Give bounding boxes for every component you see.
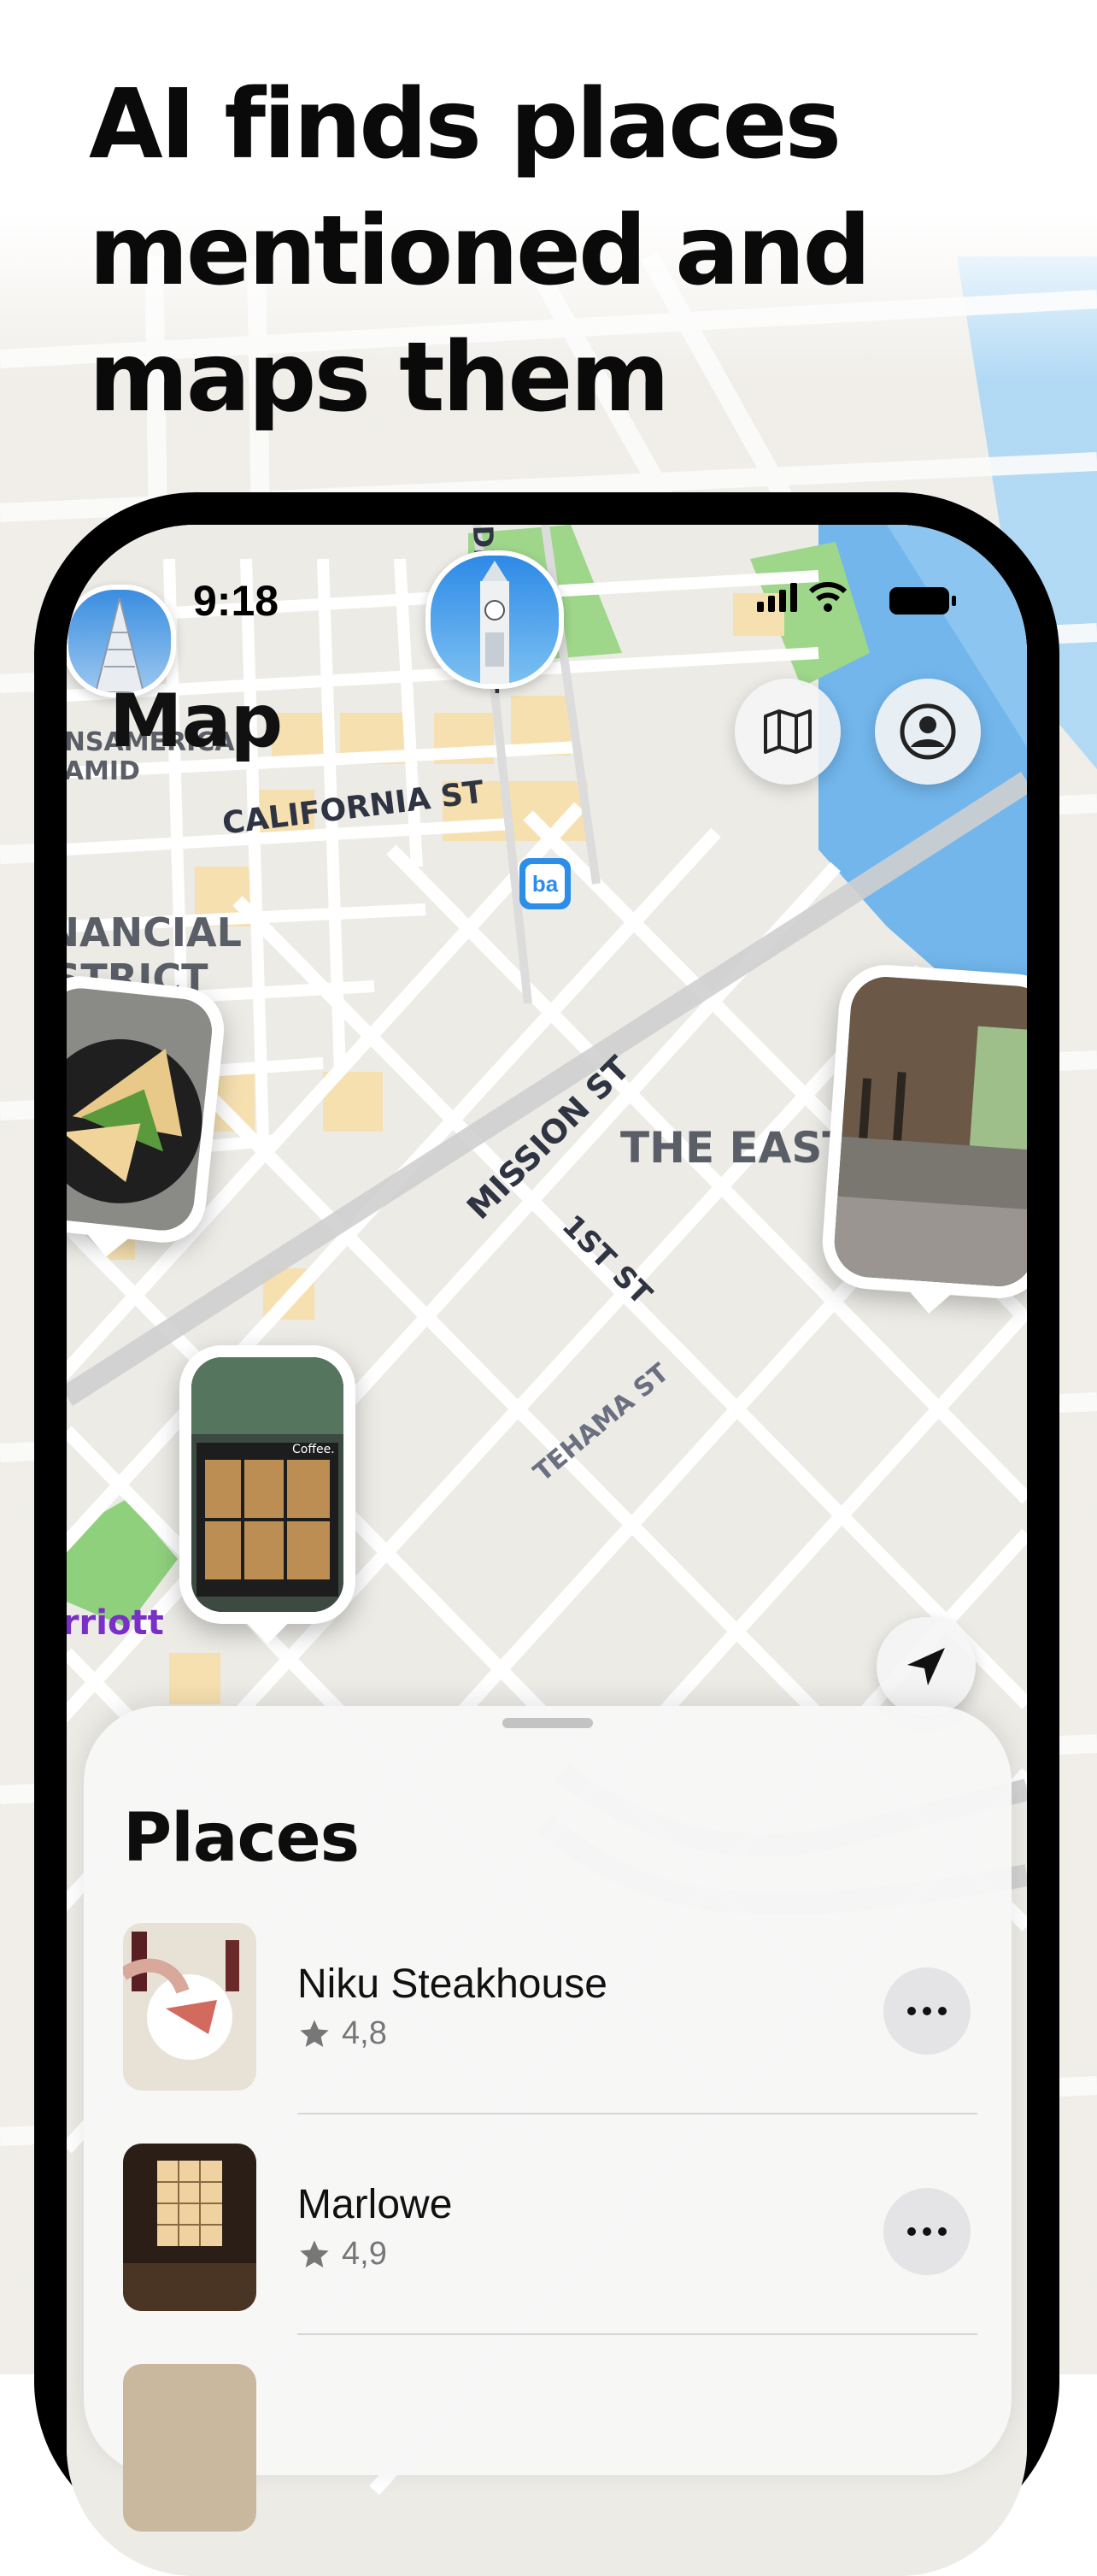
sheet-grabber[interactable] [502,1718,593,1728]
place-rating: 4,9 [297,2236,387,2273]
transit-badge[interactable]: ba [519,858,571,909]
place-rating: 4,8 [297,2015,387,2052]
ellipsis-icon [907,2227,947,2236]
place-pin-sandwich[interactable] [67,972,229,1257]
place-thumbnail [123,2364,256,2532]
profile-button[interactable] [875,679,981,785]
place-pin-coffee-shop[interactable]: Coffee. [179,1345,355,1644]
signal-icon [757,583,800,616]
poi-label-marriott: Marriott [67,1603,164,1643]
more-options-button[interactable] [883,2188,971,2275]
sandwich-photo [67,985,215,1234]
locate-me-button[interactable] [877,1617,976,1716]
star-icon [300,2239,329,2267]
list-item[interactable] [123,2364,977,2535]
headline: AI finds places mentioned and maps them [89,62,1029,441]
rating-value: 4,8 [342,2015,387,2051]
place-name: Niku Steakhouse [297,1961,607,2007]
ellipsis-icon [907,2007,947,2015]
more-options-button[interactable] [883,1967,971,2055]
headline-line-2: mentioned and [89,196,871,307]
list-item[interactable]: Marlowe 4,9 [123,2144,977,2335]
places-title: Places [123,1800,360,1877]
ferry-building-marker[interactable] [425,550,564,689]
star-icon [300,2019,329,2047]
transit-badge-label: ba [525,864,565,903]
page-title: Map [109,679,283,764]
headline-line-1: AI finds places [89,69,842,180]
map-icon [764,709,812,754]
place-thumbnail [123,1923,256,2091]
person-circle-icon [900,703,956,760]
clock-tower-icon [480,561,509,684]
place-pin-restaurant-interior[interactable] [819,962,1027,1314]
row-divider [297,2333,977,2335]
places-sheet[interactable]: Places Niku Steakhouse 4,8 Marlowe 4,9 [84,1706,1012,2532]
place-thumbnail [123,2144,256,2311]
battery-icon [889,586,957,620]
status-time: 9:18 [193,577,279,625]
headline-line-3: maps them [89,322,670,433]
restaurant-interior-photo [832,974,1027,1289]
svg-text:Coffee.: Coffee. [292,1443,335,1456]
list-item[interactable]: Niku Steakhouse 4,8 [123,1923,977,2114]
location-arrow-icon [907,1648,945,1685]
place-name: Marlowe [297,2182,453,2227]
wifi-icon [808,581,848,616]
row-divider [297,2113,977,2114]
rating-value: 4,9 [342,2236,387,2272]
pyramid-icon [94,597,145,692]
coffee-shop-photo: Coffee. [191,1357,343,1612]
map-mode-button[interactable] [735,679,841,785]
